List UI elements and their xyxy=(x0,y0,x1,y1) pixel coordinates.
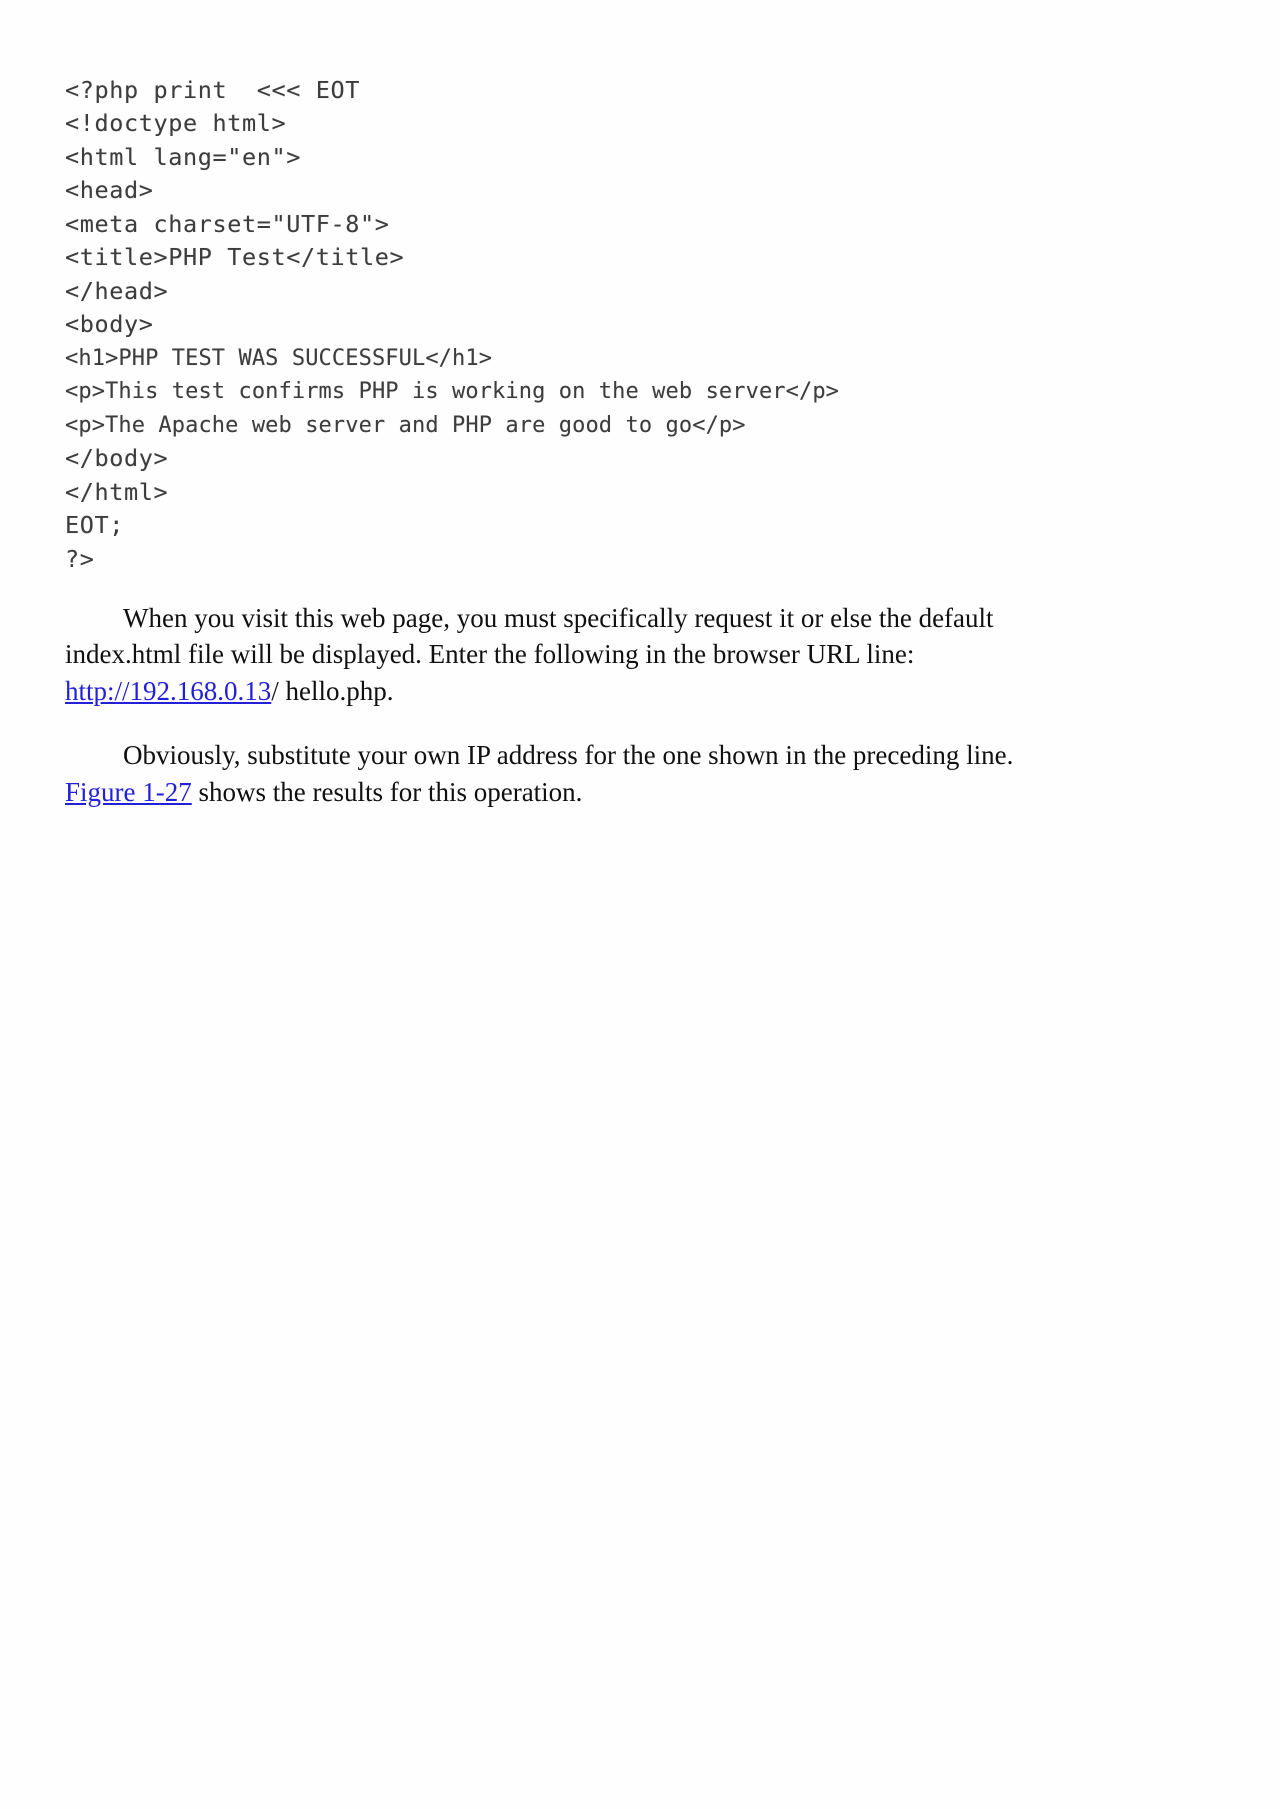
code-line: <head> xyxy=(65,176,154,204)
code-line: <meta charset="UTF-8"> xyxy=(65,209,390,238)
code-lines: <?php print <<< EOT <!doctype html> <html … xyxy=(65,74,1065,577)
paragraph-text-tail: shows the results for this operation. xyxy=(191,776,583,807)
code-line: <body> xyxy=(65,310,154,338)
paragraph-substitute-ip: Obviously, substitute your own IP addres… xyxy=(65,737,1045,810)
paragraph-text: Obviously, substitute your own IP addres… xyxy=(123,740,1014,770)
code-line: <title>PHP Test</title> xyxy=(65,243,405,271)
figure-reference-link[interactable]: Figure 1-27 xyxy=(65,777,192,807)
page-content: <?php print <<< EOT <!doctype html> <html … xyxy=(65,50,1065,810)
paragraph-visit-page: When you visit this web page, you must s… xyxy=(65,600,1045,710)
paragraph-text-tail: / hello.php. xyxy=(271,675,394,706)
code-line: <?php print <<< EOT xyxy=(65,75,360,104)
code-line: <p>The Apache web server and PHP are goo… xyxy=(65,412,746,438)
code-line: <html lang="en"> xyxy=(65,142,301,171)
url-link[interactable]: http://192.168.0.13 xyxy=(65,676,271,706)
code-line: <!doctype html> xyxy=(65,109,287,137)
code-line: ?> xyxy=(65,544,95,573)
code-line: </body> xyxy=(65,444,169,472)
code-line: <h1>PHP TEST WAS SUCCESSFUL</h1> xyxy=(65,345,493,371)
code-line: </head> xyxy=(65,276,169,305)
code-line: <p>This test confirms PHP is working on … xyxy=(65,379,840,404)
code-line: EOT; xyxy=(65,511,124,539)
code-line: </html> xyxy=(65,477,169,506)
php-code-listing: <?php print <<< EOT <!doctype html> <html … xyxy=(65,74,1065,577)
paragraph-text: When you visit this web page, you must s… xyxy=(65,602,994,670)
document-page: <?php print <<< EOT <!doctype html> <html … xyxy=(0,0,1280,1809)
